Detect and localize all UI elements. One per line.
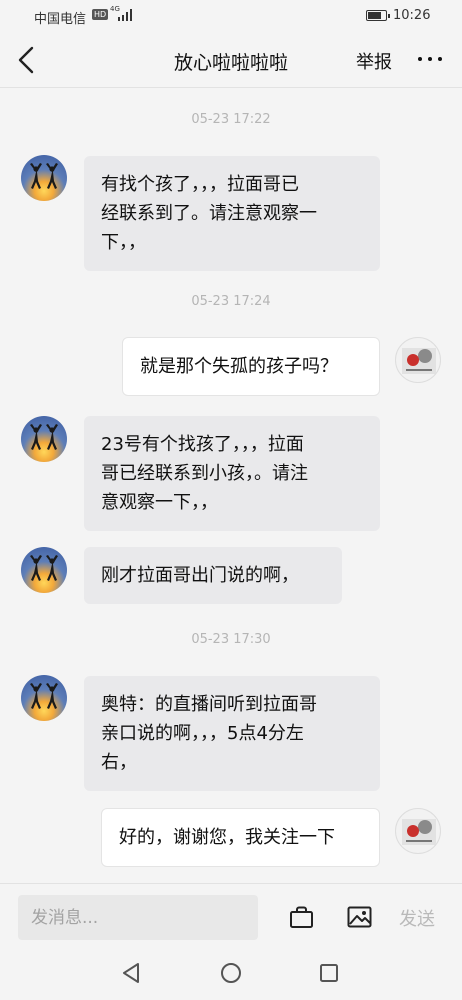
- carrier-name: 中国电信: [34, 12, 87, 27]
- message-bubble-incoming[interactable]: 奥特：的直播间听到拉面哥 亲口说的啊，，，5点4分左 右，: [84, 676, 380, 791]
- image-icon[interactable]: [347, 906, 372, 928]
- square-recent-icon[interactable]: [319, 963, 339, 983]
- friend-avatar[interactable]: [21, 155, 67, 201]
- signal-icon: [118, 9, 134, 21]
- message-timestamp: 05-23 17:22: [191, 112, 271, 127]
- jumping-people-icon: [30, 683, 58, 709]
- message-timestamp: 05-23 17:24: [191, 294, 271, 309]
- message-bubble-incoming[interactable]: 23号有个找孩了，，，拉面 哥已经联系到小孩，。请注 意观察一下，，: [84, 416, 380, 531]
- chat-header: 放心啦啦啦啦 举报: [0, 32, 462, 88]
- profile-photo-icon: [402, 348, 436, 374]
- jumping-people-icon: [30, 555, 58, 581]
- chat-messages[interactable]: 05-23 17:22 有找个孩了，，，拉面哥已 经联系到了。请注意观察一 下，…: [0, 89, 462, 883]
- message-bubble-outgoing[interactable]: 好的，谢谢您，我关注一下: [101, 808, 380, 867]
- more-icon[interactable]: [416, 48, 444, 70]
- friend-avatar[interactable]: [21, 416, 67, 462]
- friend-avatar[interactable]: [21, 675, 67, 721]
- message-timestamp: 05-23 17:30: [191, 632, 271, 647]
- battery-icon: [366, 10, 390, 21]
- hd-badge: HD: [92, 9, 109, 20]
- report-button[interactable]: 举报: [356, 48, 392, 74]
- message-input[interactable]: [18, 895, 258, 940]
- profile-photo-icon: [402, 819, 436, 845]
- send-button[interactable]: 发送: [399, 905, 435, 931]
- battery-level: [368, 12, 381, 19]
- shopping-bag-icon[interactable]: [289, 905, 314, 929]
- message-input-bar: 发送: [0, 883, 462, 945]
- message-bubble-incoming[interactable]: 有找个孩了，，，拉面哥已 经联系到了。请注意观察一 下，，: [84, 156, 380, 271]
- system-nav-bar: [0, 945, 462, 1000]
- circle-home-icon[interactable]: [220, 962, 242, 984]
- triangle-back-icon[interactable]: [120, 962, 142, 984]
- clock: 10:26: [393, 8, 431, 23]
- jumping-people-icon: [30, 424, 58, 450]
- jumping-people-icon: [30, 163, 58, 189]
- message-bubble-outgoing[interactable]: 就是那个失孤的孩子吗？: [122, 337, 380, 396]
- message-bubble-incoming[interactable]: 刚才拉面哥出门说的啊，: [84, 547, 342, 604]
- my-avatar[interactable]: [395, 337, 441, 383]
- friend-avatar[interactable]: [21, 547, 67, 593]
- my-avatar[interactable]: [395, 808, 441, 854]
- chat-title: 放心啦啦啦啦: [173, 52, 288, 74]
- status-bar: 中国电信 HD 4G 10:26: [0, 0, 462, 32]
